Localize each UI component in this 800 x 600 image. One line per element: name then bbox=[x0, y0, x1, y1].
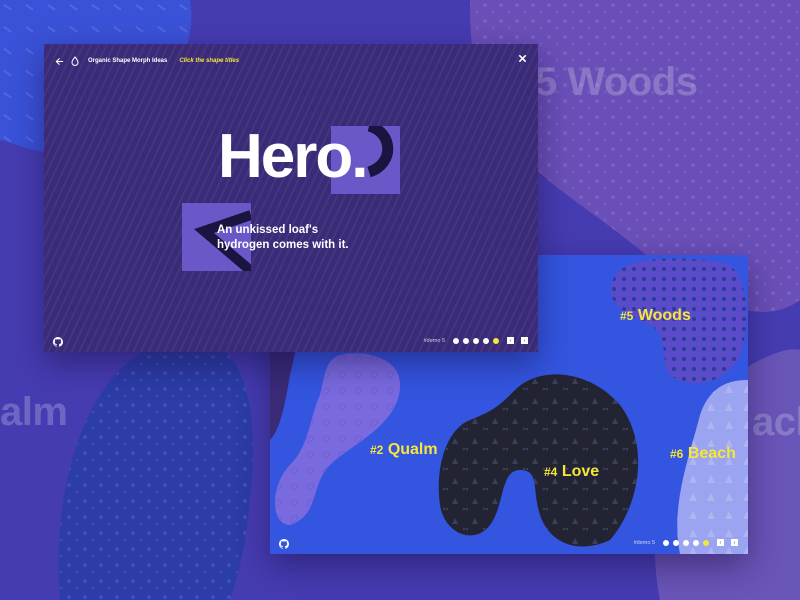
hero-title: Hero. bbox=[218, 122, 368, 191]
pagination-dot[interactable] bbox=[663, 539, 669, 546]
pagination-dot-active[interactable] bbox=[703, 539, 709, 546]
pagination-dot[interactable] bbox=[463, 337, 469, 344]
shape-title-beach-name: Beach bbox=[687, 445, 736, 462]
prev-demo-button[interactable]: ‹ bbox=[507, 337, 514, 344]
shape-title-qualm-name: Qualm bbox=[387, 441, 438, 458]
github-icon[interactable] bbox=[279, 536, 289, 549]
next-demo-button[interactable]: › bbox=[731, 539, 738, 546]
demo-pagination: #demo 5 ‹ › bbox=[424, 337, 528, 344]
prev-demo-button[interactable]: ‹ bbox=[717, 539, 724, 546]
back-arrow-icon[interactable] bbox=[54, 55, 64, 67]
shape-title-qualm[interactable]: #2 Qualm bbox=[370, 441, 438, 459]
diagonal-texture bbox=[44, 44, 538, 352]
shape-title-woods[interactable]: #5 Woods bbox=[620, 307, 691, 325]
close-icon[interactable] bbox=[516, 52, 528, 64]
pagination-dot[interactable] bbox=[683, 539, 689, 546]
next-demo-button[interactable]: › bbox=[521, 337, 528, 344]
app-title: Organic Shape Morph Ideas bbox=[88, 58, 168, 64]
background-label-qualm: alm bbox=[0, 390, 68, 434]
demo-label: #demo 5 bbox=[423, 337, 445, 344]
shape-title-love-name: Love bbox=[561, 463, 600, 480]
background-label-beach: ach bbox=[752, 400, 800, 444]
demo-label: #demo 5 bbox=[633, 539, 655, 546]
shape-title-beach[interactable]: #6 Beach bbox=[670, 445, 736, 463]
background-label-woods: 5 Woods bbox=[535, 60, 698, 104]
pagination-dot[interactable] bbox=[693, 539, 699, 546]
shape-title-love-number: #4 bbox=[544, 465, 558, 479]
shape-title-qualm-number: #2 bbox=[370, 443, 384, 457]
hero-tagline: An unkissed loaf's hydrogen comes with i… bbox=[217, 224, 349, 251]
shape-title-woods-number: #5 bbox=[620, 309, 634, 323]
pagination-dot[interactable] bbox=[673, 539, 679, 546]
drop-icon[interactable] bbox=[70, 55, 80, 67]
github-icon[interactable] bbox=[53, 334, 63, 347]
pagination-dot[interactable] bbox=[473, 337, 479, 344]
window-topbar: Organic Shape Morph Ideas Click the shap… bbox=[54, 55, 239, 67]
demo-pagination: #demo 5 ‹ › bbox=[634, 539, 738, 546]
pagination-dot[interactable] bbox=[453, 337, 459, 344]
shape-title-woods-name: Woods bbox=[637, 307, 691, 324]
shape-title-love[interactable]: #4 Love bbox=[544, 463, 599, 481]
shape-title-beach-number: #6 bbox=[670, 447, 684, 461]
pagination-dot[interactable] bbox=[483, 337, 489, 344]
shape-morph-window-hero: Organic Shape Morph Ideas Click the shap… bbox=[44, 44, 538, 352]
shape-titles-hint[interactable]: Click the shape titles bbox=[179, 58, 239, 64]
pagination-dot-active[interactable] bbox=[493, 337, 499, 344]
